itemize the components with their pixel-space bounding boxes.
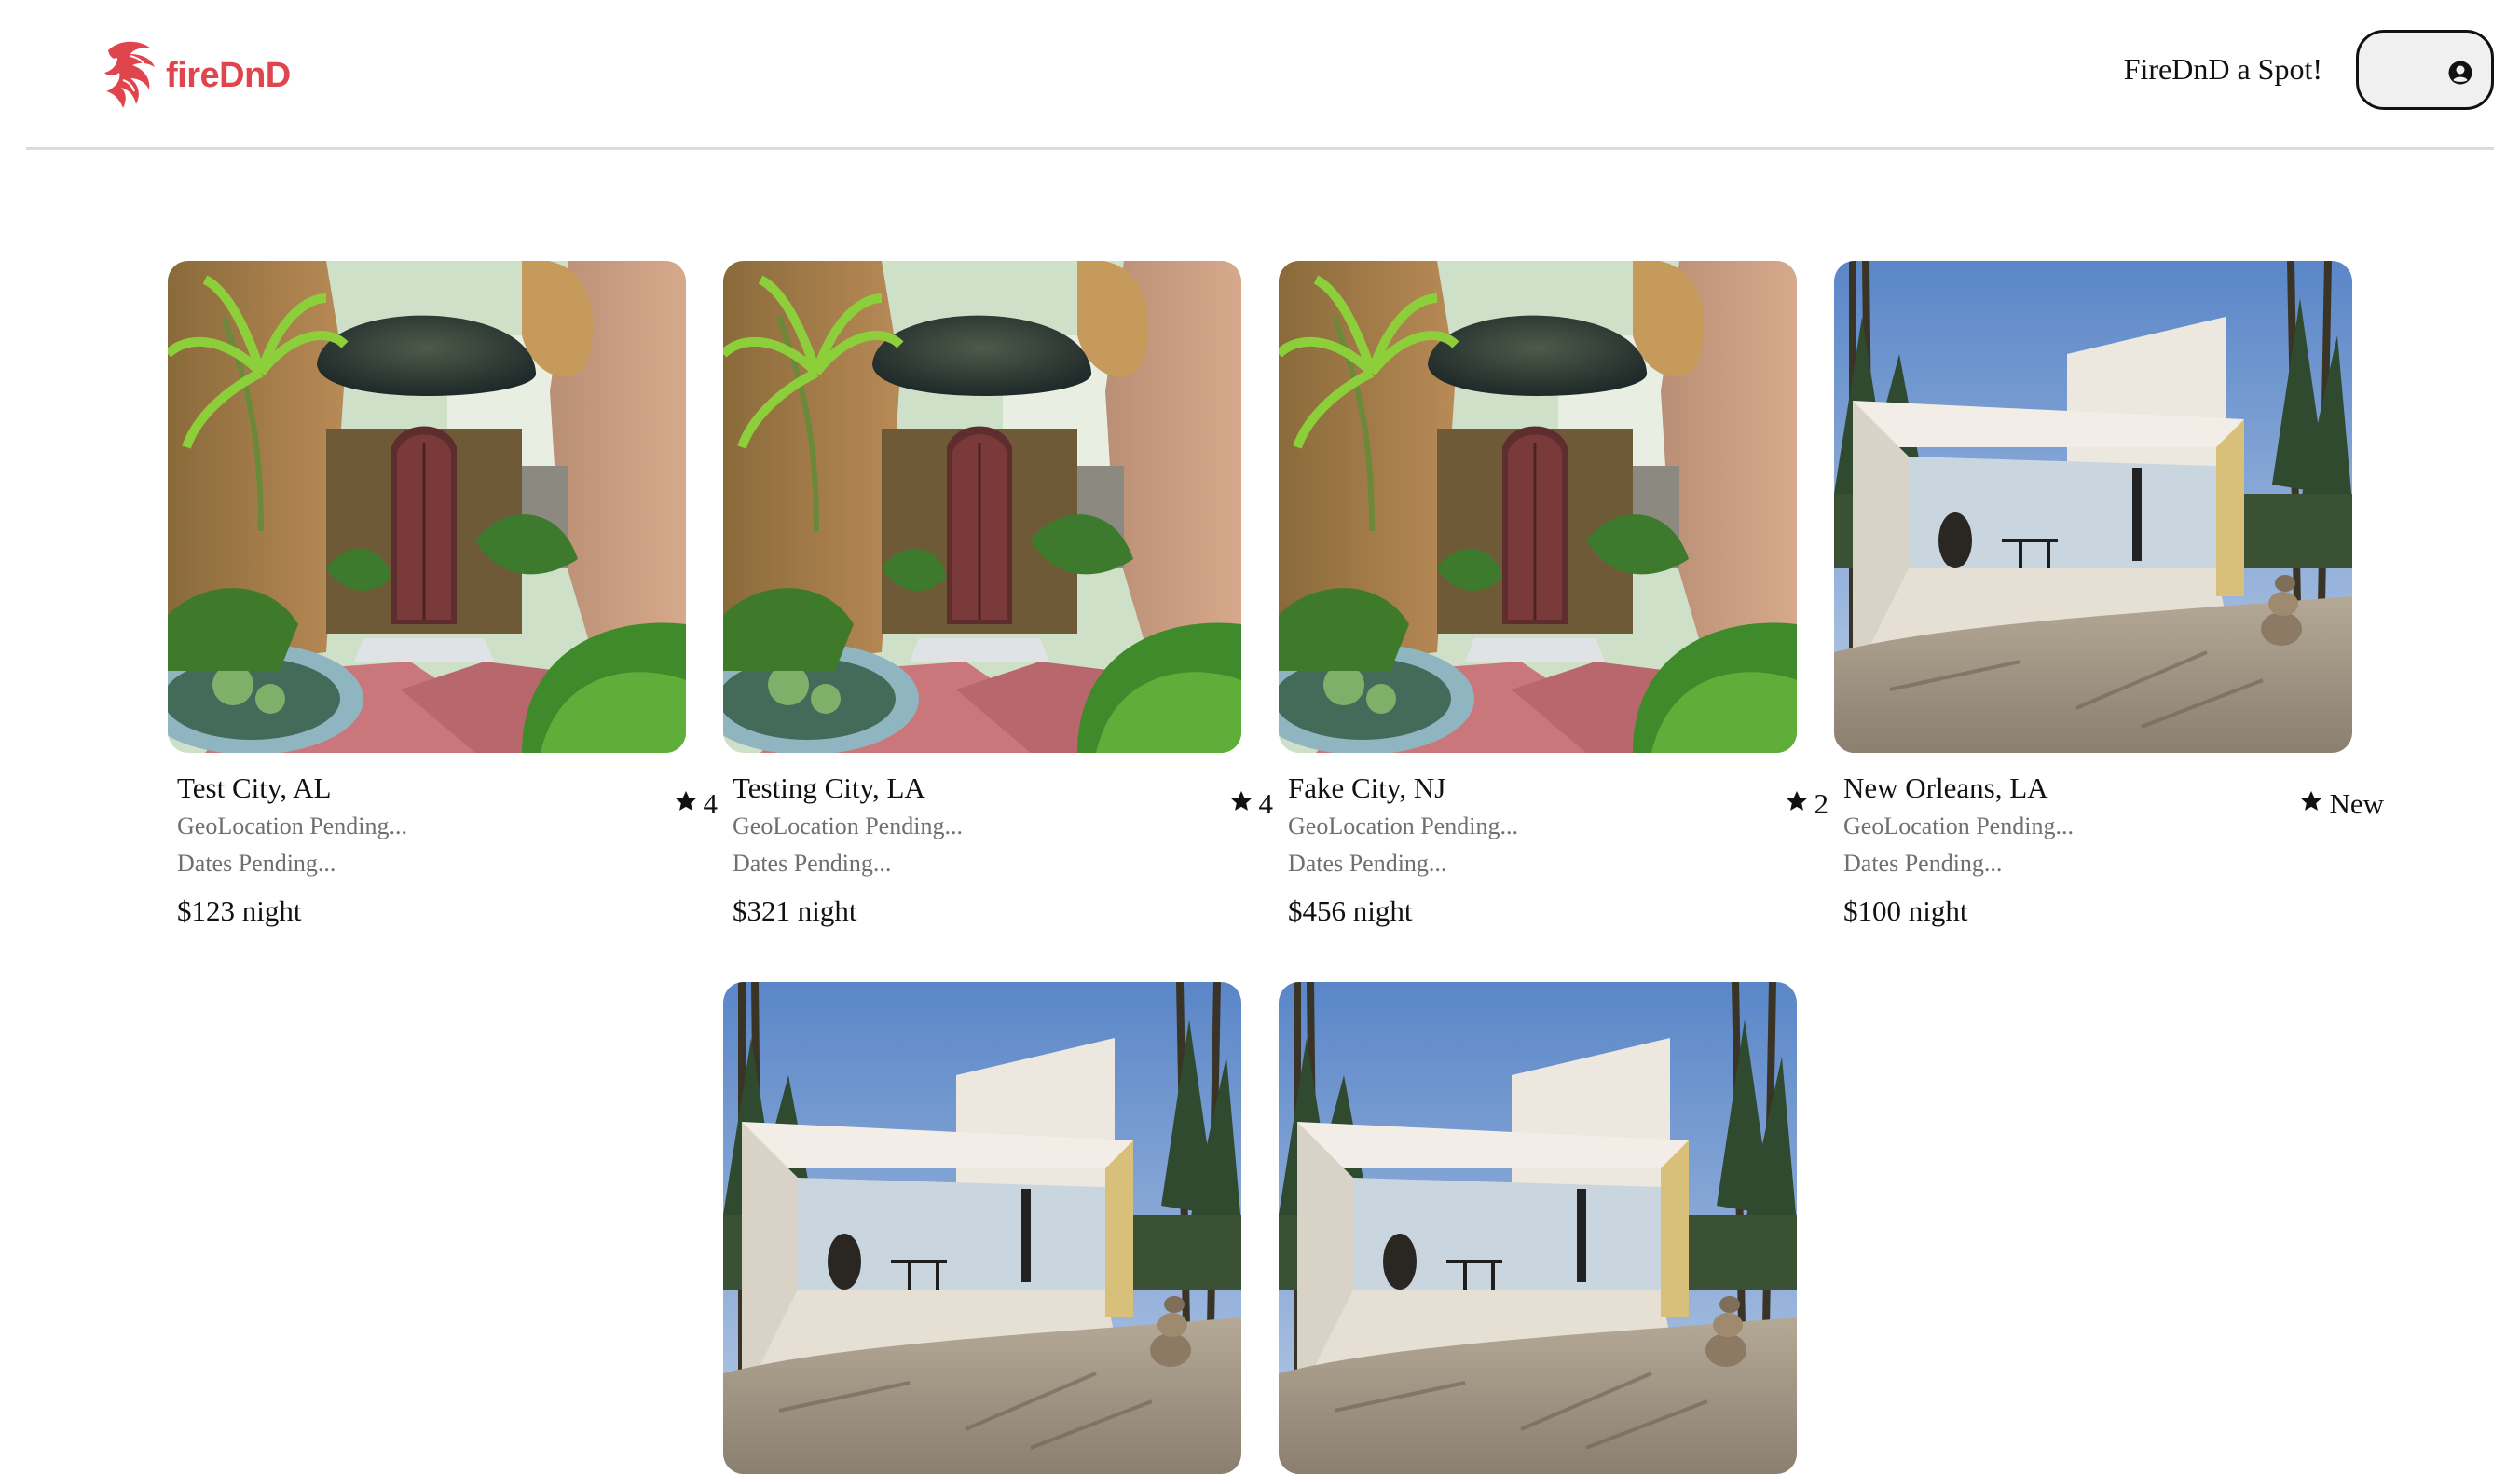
logo[interactable]: fireDnD — [103, 34, 291, 112]
listing-card[interactable]: Testing City, LA 4 GeoLocation Pending... D… — [723, 261, 1282, 931]
listing-dates: Dates Pending... — [1843, 850, 2003, 877]
listing-dates: Dates Pending... — [177, 850, 336, 877]
listing-rating: 2 — [1785, 785, 1829, 824]
listing-city: Testing City, LA — [733, 771, 925, 804]
listing-price: $100 night — [1843, 894, 1968, 927]
listing-dates: Dates Pending... — [1288, 850, 1447, 877]
listing-dates: Dates Pending... — [733, 850, 892, 877]
listing-rating-value: New — [2329, 787, 2384, 820]
listing-photo-modern-cabin — [1834, 261, 2352, 753]
listing-photo-modern-cabin — [723, 982, 1241, 1474]
star-icon — [675, 790, 696, 811]
listing-info: Testing City, LA 4 GeoLocation Pending... D… — [723, 769, 1273, 931]
star-icon — [1786, 790, 1807, 811]
listing-price: $123 night — [177, 894, 302, 927]
user-circle-icon — [2448, 61, 2472, 85]
listing-geolocation: GeoLocation Pending... — [733, 812, 963, 839]
listing-photo[interactable] — [723, 982, 1241, 1474]
listing-geolocation: GeoLocation Pending... — [1288, 812, 1518, 839]
star-icon — [2301, 790, 2322, 811]
listing-photo[interactable] — [1279, 261, 1797, 753]
listing-rating: New — [2299, 785, 2384, 824]
listing-card[interactable] — [723, 982, 1282, 1474]
listing-rating: 4 — [1229, 785, 1274, 824]
logo-text: fireDnD — [166, 55, 291, 95]
dragon-logo-icon — [104, 41, 155, 108]
listing-photo[interactable] — [168, 261, 686, 753]
listing-info: New Orleans, LA New GeoLocation Pending...… — [1834, 769, 2384, 931]
listing-photo[interactable] — [723, 261, 1241, 753]
listing-info: Test City, AL 4 GeoLocation Pending... Date… — [168, 769, 718, 931]
star-icon — [1230, 790, 1252, 811]
listing-price: $456 night — [1288, 894, 1413, 927]
listing-rating-value: 4 — [703, 787, 719, 820]
listing-photo-mushroom-house — [723, 261, 1241, 753]
listing-photo-mushroom-house — [168, 261, 686, 753]
listing-city: Fake City, NJ — [1288, 771, 1446, 804]
listing-city: Test City, AL — [177, 771, 332, 804]
listing-rating: 4 — [674, 785, 719, 824]
listing-card[interactable]: New Orleans, LA New GeoLocation Pending...… — [1834, 261, 2393, 931]
listing-price: $321 night — [733, 894, 857, 927]
listing-card[interactable]: Test City, AL 4 GeoLocation Pending... Date… — [168, 261, 727, 931]
listing-photo-modern-cabin — [1279, 982, 1797, 1474]
listing-info: Fake City, NJ 2 GeoLocation Pending... Date… — [1279, 769, 1828, 931]
listing-photo-mushroom-house — [1279, 261, 1797, 753]
listing-card[interactable] — [1279, 982, 1838, 1474]
listing-photo[interactable] — [1834, 261, 2352, 753]
host-a-spot-link[interactable]: FireDnD a Spot! — [2124, 52, 2322, 87]
listing-geolocation: GeoLocation Pending... — [177, 812, 407, 839]
top-navigation-bar: fireDnD FireDnD a Spot! — [26, 0, 2494, 150]
listing-photo[interactable] — [1279, 982, 1797, 1474]
listing-card[interactable]: Fake City, NJ 2 GeoLocation Pending... Date… — [1279, 261, 1838, 931]
profile-menu-button[interactable] — [2356, 30, 2494, 110]
listing-rating-value: 2 — [1814, 787, 1829, 820]
listing-rating-value: 4 — [1258, 787, 1274, 820]
